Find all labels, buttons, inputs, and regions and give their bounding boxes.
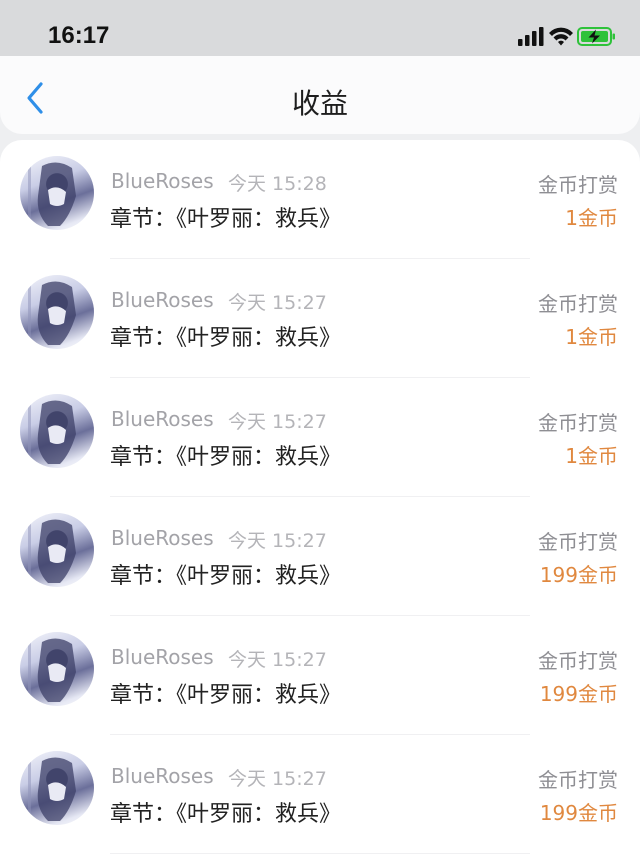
earning-row[interactable]: BlueRoses 今天 15:28 章节：《叶罗丽：救兵》 金币打赏 1金币 [0, 140, 640, 259]
chapter-title: 章节：《叶罗丽：救兵》 [110, 564, 342, 589]
status-time: 16:17 [48, 22, 110, 49]
status-bar: 16:17 [0, 0, 640, 56]
earning-row[interactable]: BlueRoses 今天 15:27 章节：《叶罗丽：救兵》 金币打赏 199金… [0, 616, 640, 735]
user-name[interactable]: BlueRoses [111, 288, 214, 312]
wifi-icon [549, 27, 573, 46]
avatar-image [28, 275, 76, 349]
reward-type: 金币打赏 [538, 768, 618, 792]
reward-type: 金币打赏 [538, 292, 618, 316]
reward-amount: 199金币 [539, 801, 618, 825]
earning-row[interactable]: BlueRoses 今天 15:27 章节：《叶罗丽：救兵》 金币打赏 199金… [0, 497, 640, 616]
user-name[interactable]: BlueRoses [111, 526, 214, 550]
avatar [20, 632, 94, 706]
reward-amount: 199金币 [539, 682, 618, 706]
avatar-image [28, 156, 76, 230]
chapter-title: 章节：《叶罗丽：救兵》 [110, 326, 342, 351]
timestamp: 今天 15:28 [228, 173, 327, 195]
earnings-list: BlueRoses 今天 15:28 章节：《叶罗丽：救兵》 金币打赏 1金币 … [0, 140, 640, 858]
earning-row[interactable]: BlueRoses 今天 15:27 章节：《叶罗丽：救兵》 金币打赏 199金… [0, 735, 640, 854]
user-name[interactable]: BlueRoses [111, 169, 214, 193]
nav-bar: 收益 [0, 56, 640, 134]
reward-type: 金币打赏 [538, 173, 618, 197]
reward-amount: 1金币 [565, 444, 618, 468]
battery-charging-icon [577, 27, 615, 46]
timestamp: 今天 15:27 [228, 292, 327, 314]
chapter-title: 章节：《叶罗丽：救兵》 [110, 683, 342, 708]
chapter-title: 章节：《叶罗丽：救兵》 [110, 207, 342, 232]
avatar-image [28, 632, 76, 706]
reward-amount: 1金币 [565, 325, 618, 349]
avatar [20, 275, 94, 349]
avatar [20, 513, 94, 587]
reward-amount: 1金币 [565, 206, 618, 230]
user-name[interactable]: BlueRoses [111, 645, 214, 669]
avatar-image [28, 513, 76, 587]
timestamp: 今天 15:27 [228, 411, 327, 433]
reward-type: 金币打赏 [538, 649, 618, 673]
page-title: 收益 [291, 87, 348, 120]
timestamp: 今天 15:27 [228, 649, 327, 671]
reward-type: 金币打赏 [538, 530, 618, 554]
earning-row[interactable]: BlueRoses 今天 15:27 章节：《叶罗丽：救兵》 金币打赏 1金币 [0, 259, 640, 378]
avatar [20, 394, 94, 468]
chapter-title: 章节：《叶罗丽：救兵》 [110, 445, 342, 470]
reward-type: 金币打赏 [538, 411, 618, 435]
earning-row[interactable]: BlueRoses 今天 15:27 章节：《叶罗丽：救兵》 金币打赏 1金币 [0, 378, 640, 497]
timestamp: 今天 15:27 [228, 768, 327, 790]
reward-amount: 199金币 [539, 563, 618, 587]
avatar [20, 156, 94, 230]
avatar [20, 751, 94, 825]
timestamp: 今天 15:27 [228, 530, 327, 552]
status-icons [518, 26, 616, 48]
avatar-image [28, 394, 76, 468]
chapter-title: 章节：《叶罗丽：救兵》 [110, 802, 342, 827]
user-name[interactable]: BlueRoses [111, 407, 214, 431]
cellular-signal-icon [518, 27, 544, 46]
user-name[interactable]: BlueRoses [111, 764, 214, 788]
avatar-image [28, 751, 76, 825]
